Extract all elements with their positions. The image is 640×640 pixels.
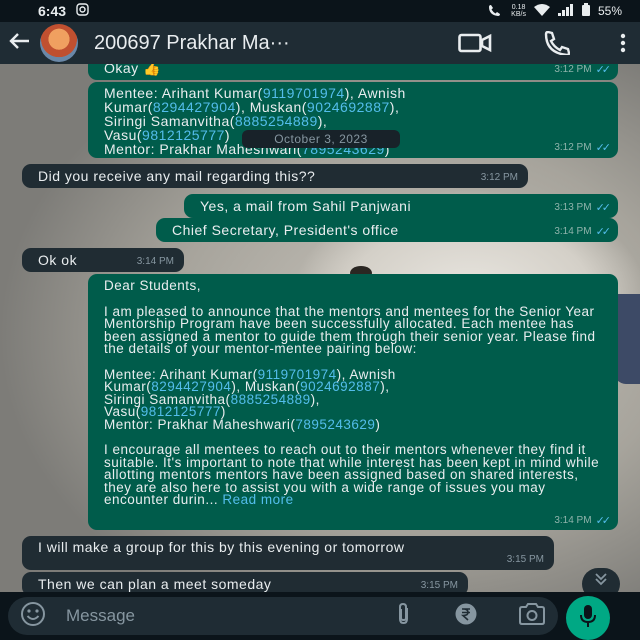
text-segment: ) [375,416,381,432]
message-outgoing[interactable]: Chief Secretary, President's office 3:14… [156,218,618,242]
composer-actions [394,602,546,631]
message-meta: 3:15 PM [421,579,458,592]
speed-unit: KB/s [511,11,526,18]
phone-link[interactable]: 7895243629 [295,417,375,432]
network-speed: 0.18 KB/s [511,4,526,18]
message-meta: 3:14 PM [137,255,174,269]
phone-link[interactable]: 8885254889 [231,392,311,407]
message-composer [8,597,558,635]
message-meta: 3:14 PM ✓✓ [554,225,612,239]
message-paragraph: I encourage all mentees to reach out to … [104,442,602,507]
message-meta: 3:12 PM ✓✓ [554,141,612,155]
video-call-icon[interactable] [458,33,492,53]
chat-header: 200697 Prakhar Ma··· [0,22,640,64]
rupee-icon[interactable] [454,602,478,631]
message-time: 3:14 PM [554,514,592,526]
message-meta: 3:15 PM [507,553,544,567]
message-pairing-list: Mentee: Arihant Kumar(9119701974), Awnis… [104,367,602,432]
phone-call-icon[interactable] [542,31,570,55]
battery-icon [581,3,590,19]
message-time: 3:15 PM [420,580,458,591]
read-ticks-icon: ✓✓ [595,202,612,214]
read-more-link[interactable]: Read more [222,492,293,507]
speed-value: 0.18 [511,4,526,11]
status-right: 0.18 KB/s 55% [487,3,622,19]
message-input[interactable] [66,606,326,626]
message-outgoing[interactable]: Dear Students, I am pleased to announce … [88,274,618,530]
message-incoming[interactable]: Did you receive any mail regarding this?… [22,164,528,188]
wifi-icon [533,3,550,19]
back-arrow-icon[interactable] [8,29,36,57]
text-segment: ), [380,379,390,394]
message-time: 3:12 PM [554,142,592,153]
emoji-icon[interactable] [20,601,46,632]
mic-button[interactable] [566,596,610,640]
message-text: Okay 👍 [104,64,161,76]
message-text: Ok ok [38,252,78,268]
instagram-icon [76,3,89,19]
message-paragraph: I am pleased to announce that the mentor… [104,303,596,356]
date-chip: October 3, 2023 [242,130,400,148]
message-text: Yes, a mail from Sahil Panjwani [200,198,412,214]
message-incoming[interactable]: Ok ok 3:14 PM [22,248,184,272]
message-text: Did you receive any mail regarding this?… [38,168,316,184]
message-time: 3:12 PM [480,172,518,183]
message-time: 3:12 PM [554,64,592,75]
battery-level: 55% [597,4,622,18]
message-incoming[interactable]: I will make a group for this by this eve… [22,536,554,570]
message-text: I will make a group for this by this eve… [38,539,405,555]
text-segment: ), [317,113,328,129]
message-meta: 3:14 PM ✓✓ [554,514,612,528]
text-segment: ), [389,99,400,115]
call-status-icon [487,4,503,19]
text-segment: ), [310,391,320,407]
signal-icon [557,3,574,19]
camera-icon[interactable] [518,602,546,631]
chevron-down-icon [593,573,609,591]
message-meta: 3:12 PM ✓✓ [554,64,612,77]
message-meta: 3:13 PM ✓✓ [554,201,612,215]
read-ticks-icon: ✓✓ [595,142,612,154]
message-time: 3:15 PM [506,554,544,565]
message-time: 3:14 PM [554,226,592,237]
text-segment: I encourage all mentees to reach out to … [104,442,600,507]
text-segment: Mentor: Prakhar Maheshwari( [104,416,296,432]
read-ticks-icon: ✓✓ [595,514,612,527]
message-time: 3:13 PM [554,202,592,213]
message-outgoing[interactable]: Okay 👍 3:12 PM ✓✓ [88,64,618,80]
message-incoming[interactable]: Then we can plan a meet someday 3:15 PM [22,572,468,592]
input-bar [0,592,640,640]
chat-area[interactable]: Okay 👍 3:12 PM ✓✓ Mentee: Arihant Kumar(9… [0,64,640,592]
message-text: Then we can plan a meet someday [38,576,272,592]
more-vert-icon[interactable] [620,33,626,53]
read-ticks-icon: ✓✓ [595,226,612,238]
status-bar: 6:43 0.18 KB/s 55% [0,0,640,22]
message-outgoing[interactable]: Yes, a mail from Sahil Panjwani 3:13 PM ✓… [184,194,618,218]
message-text: Chief Secretary, President's office [172,222,399,238]
message-time: 3:14 PM [136,256,174,267]
mic-icon [579,604,597,633]
avatar[interactable] [40,24,78,62]
phone-link[interactable]: 8885254889 [235,113,318,129]
status-time: 6:43 [38,3,67,19]
attach-icon[interactable] [394,602,414,631]
header-actions [458,31,626,55]
read-ticks-icon: ✓✓ [595,64,612,76]
chat-title[interactable]: 200697 Prakhar Ma··· [94,32,290,55]
message-meta: 3:12 PM [481,171,518,185]
message-greeting: Dear Students, [104,278,202,293]
